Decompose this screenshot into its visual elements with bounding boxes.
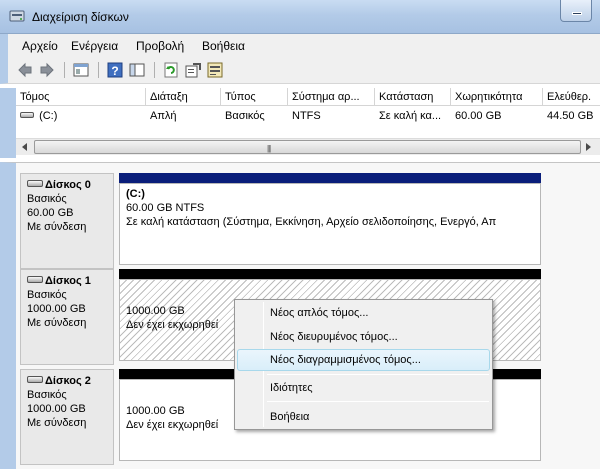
cell-type: Βασικός — [225, 110, 265, 122]
disk-icon — [27, 376, 43, 383]
disk-name: Δίσκος 2 — [45, 375, 91, 387]
disk-type: Βασικός — [27, 389, 67, 401]
menu-help[interactable]: Βοήθεια — [202, 39, 245, 53]
menu-item-new-spanned-volume[interactable]: Νέος διευρυμένος τόμος... — [237, 326, 490, 348]
scroll-right-icon[interactable] — [586, 143, 591, 151]
minimize-button[interactable] — [560, 0, 592, 22]
partition-body[interactable]: (C:) 60.00 GB NTFS Σε καλή κατάσταση (Σύ… — [119, 183, 541, 265]
toolbar-separator — [154, 62, 155, 78]
menu-action[interactable]: Ενέργεια — [71, 39, 118, 53]
partition-bar — [119, 173, 541, 183]
disk-label[interactable]: Δίσκος 2 Βασικός 1000.00 GB Με σύνδεση — [20, 369, 114, 465]
context-menu: Νέος απλός τόμος... Νέος διευρυμένος τόμ… — [234, 299, 493, 430]
title-bar: Διαχείριση δίσκων — [0, 0, 600, 34]
disk-status: Με σύνδεση — [27, 317, 87, 329]
disk-size: 60.00 GB — [27, 207, 74, 219]
toolbar-separator — [64, 62, 65, 78]
volume-name: (C:) — [39, 110, 58, 122]
disk-type: Βασικός — [27, 193, 67, 205]
back-icon[interactable] — [16, 61, 34, 79]
menu-item-new-simple-volume[interactable]: Νέος απλός τόμος... — [237, 302, 490, 324]
disk-icon — [27, 180, 43, 187]
cell-free: 44.50 GB — [547, 110, 594, 122]
disk-label[interactable]: Δίσκος 1 Βασικός 1000.00 GB Με σύνδεση — [20, 269, 114, 365]
column-header-type[interactable]: Τύπος — [221, 88, 288, 106]
toolbar: ? — [0, 56, 600, 84]
horizontal-scrollbar[interactable]: ||| — [16, 138, 600, 155]
show-hide-icon[interactable] — [128, 61, 146, 79]
svg-text:?: ? — [111, 64, 118, 78]
window-title: Διαχείριση δίσκων — [32, 10, 129, 24]
menu-separator — [267, 374, 489, 375]
disk-name: Δίσκος 1 — [45, 275, 91, 287]
settings-icon[interactable] — [206, 61, 224, 79]
scrollbar-thumb[interactable]: ||| — [34, 140, 581, 154]
column-header-capacity[interactable]: Χωρητικότητα — [451, 88, 543, 106]
disk-size: 1000.00 GB — [27, 403, 86, 415]
disk-name: Δίσκος 0 — [45, 179, 91, 191]
disk-size: 1000.00 GB — [27, 303, 86, 315]
partition-c[interactable]: (C:) 60.00 GB NTFS Σε καλή κατάσταση (Σύ… — [119, 173, 541, 269]
disk-row-0: Δίσκος 0 Βασικός 60.00 GB Με σύνδεση (C:… — [20, 173, 600, 269]
disk-status: Με σύνδεση — [27, 417, 87, 429]
volume-list: Τόμος Διάταξη Τύπος Σύστημα αρ... Κατάστ… — [0, 88, 600, 158]
cell-volume: (C:) — [16, 107, 146, 125]
drive-icon — [20, 112, 34, 118]
column-header-layout[interactable]: Διάταξη — [146, 88, 221, 106]
partition-label: (C:) — [126, 188, 145, 200]
column-header-free[interactable]: Ελεύθερ. — [543, 88, 600, 106]
menu-view[interactable]: Προβολή — [136, 39, 184, 53]
cell-capacity: 60.00 GB — [455, 110, 502, 122]
table-row[interactable]: (C:) Απλή Βασικός NTFS Σε καλή κα... 60.… — [16, 107, 600, 125]
partition-status: Σε καλή κατάσταση (Σύστημα, Εκκίνηση, Αρ… — [126, 216, 497, 228]
partition-size: 60.00 GB NTFS — [126, 202, 205, 214]
partition-bar — [119, 269, 541, 279]
cell-filesystem: NTFS — [292, 110, 321, 122]
disk-icon — [27, 276, 43, 283]
disk-management-icon — [9, 10, 25, 22]
properties-pane-icon[interactable] — [72, 61, 90, 79]
menu-item-new-striped-volume[interactable]: Νέος διαγραμμισμένος τόμος... — [237, 349, 490, 371]
volume-list-header: Τόμος Διάταξη Τύπος Σύστημα αρ... Κατάστ… — [16, 88, 600, 106]
menu-item-help[interactable]: Βοήθεια — [237, 406, 490, 428]
toolbar-separator — [98, 62, 99, 78]
menu-bar: Αρχείο Ενέργεια Προβολή Βοήθεια — [0, 34, 600, 56]
column-header-volume[interactable]: Τόμος — [16, 88, 146, 106]
scroll-left-icon[interactable] — [22, 143, 27, 151]
forward-icon[interactable] — [38, 61, 56, 79]
column-header-filesystem[interactable]: Σύστημα αρ... — [288, 88, 375, 106]
column-header-status[interactable]: Κατάσταση — [375, 88, 451, 106]
grip-icon: ||| — [267, 144, 271, 153]
cell-layout: Απλή — [150, 110, 177, 122]
disk-status: Με σύνδεση — [27, 221, 87, 233]
menu-separator — [267, 401, 489, 402]
help-icon[interactable]: ? — [106, 61, 124, 79]
minimize-icon — [572, 12, 582, 15]
menu-file[interactable]: Αρχείο — [22, 39, 58, 53]
menu-item-properties[interactable]: Ιδιότητες — [237, 377, 490, 399]
disk-type: Βασικός — [27, 289, 67, 301]
refresh-icon[interactable] — [162, 61, 180, 79]
disk-label[interactable]: Δίσκος 0 Βασικός 60.00 GB Με σύνδεση — [20, 173, 114, 269]
properties-icon[interactable] — [184, 61, 202, 79]
cell-status: Σε καλή κα... — [379, 110, 442, 122]
